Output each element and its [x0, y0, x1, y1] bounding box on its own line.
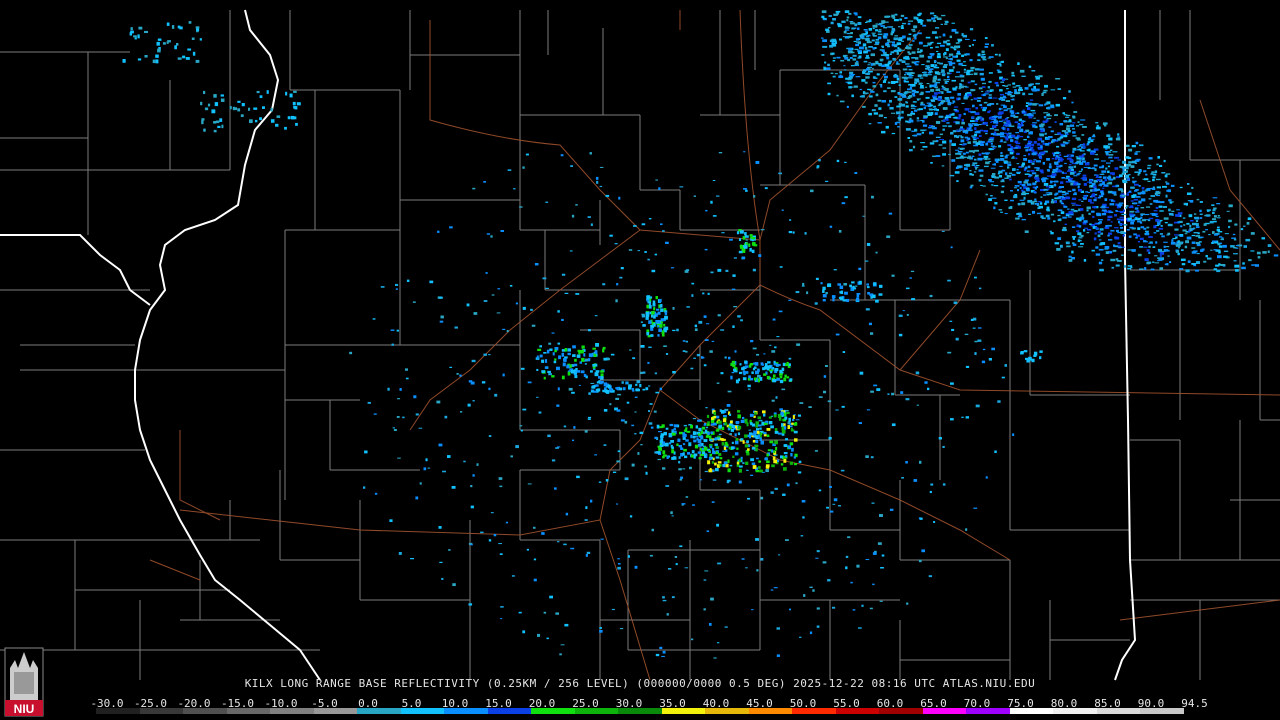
color-bar-segment: [1140, 708, 1184, 714]
color-bar-segment: [922, 708, 967, 714]
color-bar-segment: [618, 708, 662, 714]
color-bar-segment: [313, 708, 358, 714]
radar-map: NIU: [0, 0, 1280, 720]
color-bar-segment: [661, 708, 706, 714]
color-bar-segment: [357, 708, 401, 714]
color-bar-segment: [1053, 708, 1097, 714]
color-bar-segment: [1096, 708, 1141, 714]
product-caption: KILX LONG RANGE BASE REFLECTIVITY (0.25K…: [244, 677, 1036, 690]
color-bar-segment: [531, 708, 575, 714]
color-bar-segment: [1009, 708, 1054, 714]
color-bar-segment: [835, 708, 880, 714]
color-bar-segment: [139, 708, 184, 714]
color-bar-segment: [183, 708, 227, 714]
color-bar-segment: [792, 708, 836, 714]
color-bar-segment: [270, 708, 314, 714]
color-bar-segment: [444, 708, 488, 714]
color-bar-segment: [487, 708, 532, 714]
reflectivity-color-bar: [96, 708, 1184, 714]
color-bar-segment: [226, 708, 271, 714]
color-bar-segment: [400, 708, 445, 714]
color-bar-segment: [748, 708, 793, 714]
color-bar-segment: [966, 708, 1010, 714]
color-bar-segment: [879, 708, 923, 714]
niu-logo-text: NIU: [14, 702, 35, 716]
color-bar-segment: [574, 708, 619, 714]
color-bar-segment: [96, 708, 140, 714]
scale-label: 94.5: [1181, 697, 1208, 710]
color-bar-segment: [705, 708, 749, 714]
